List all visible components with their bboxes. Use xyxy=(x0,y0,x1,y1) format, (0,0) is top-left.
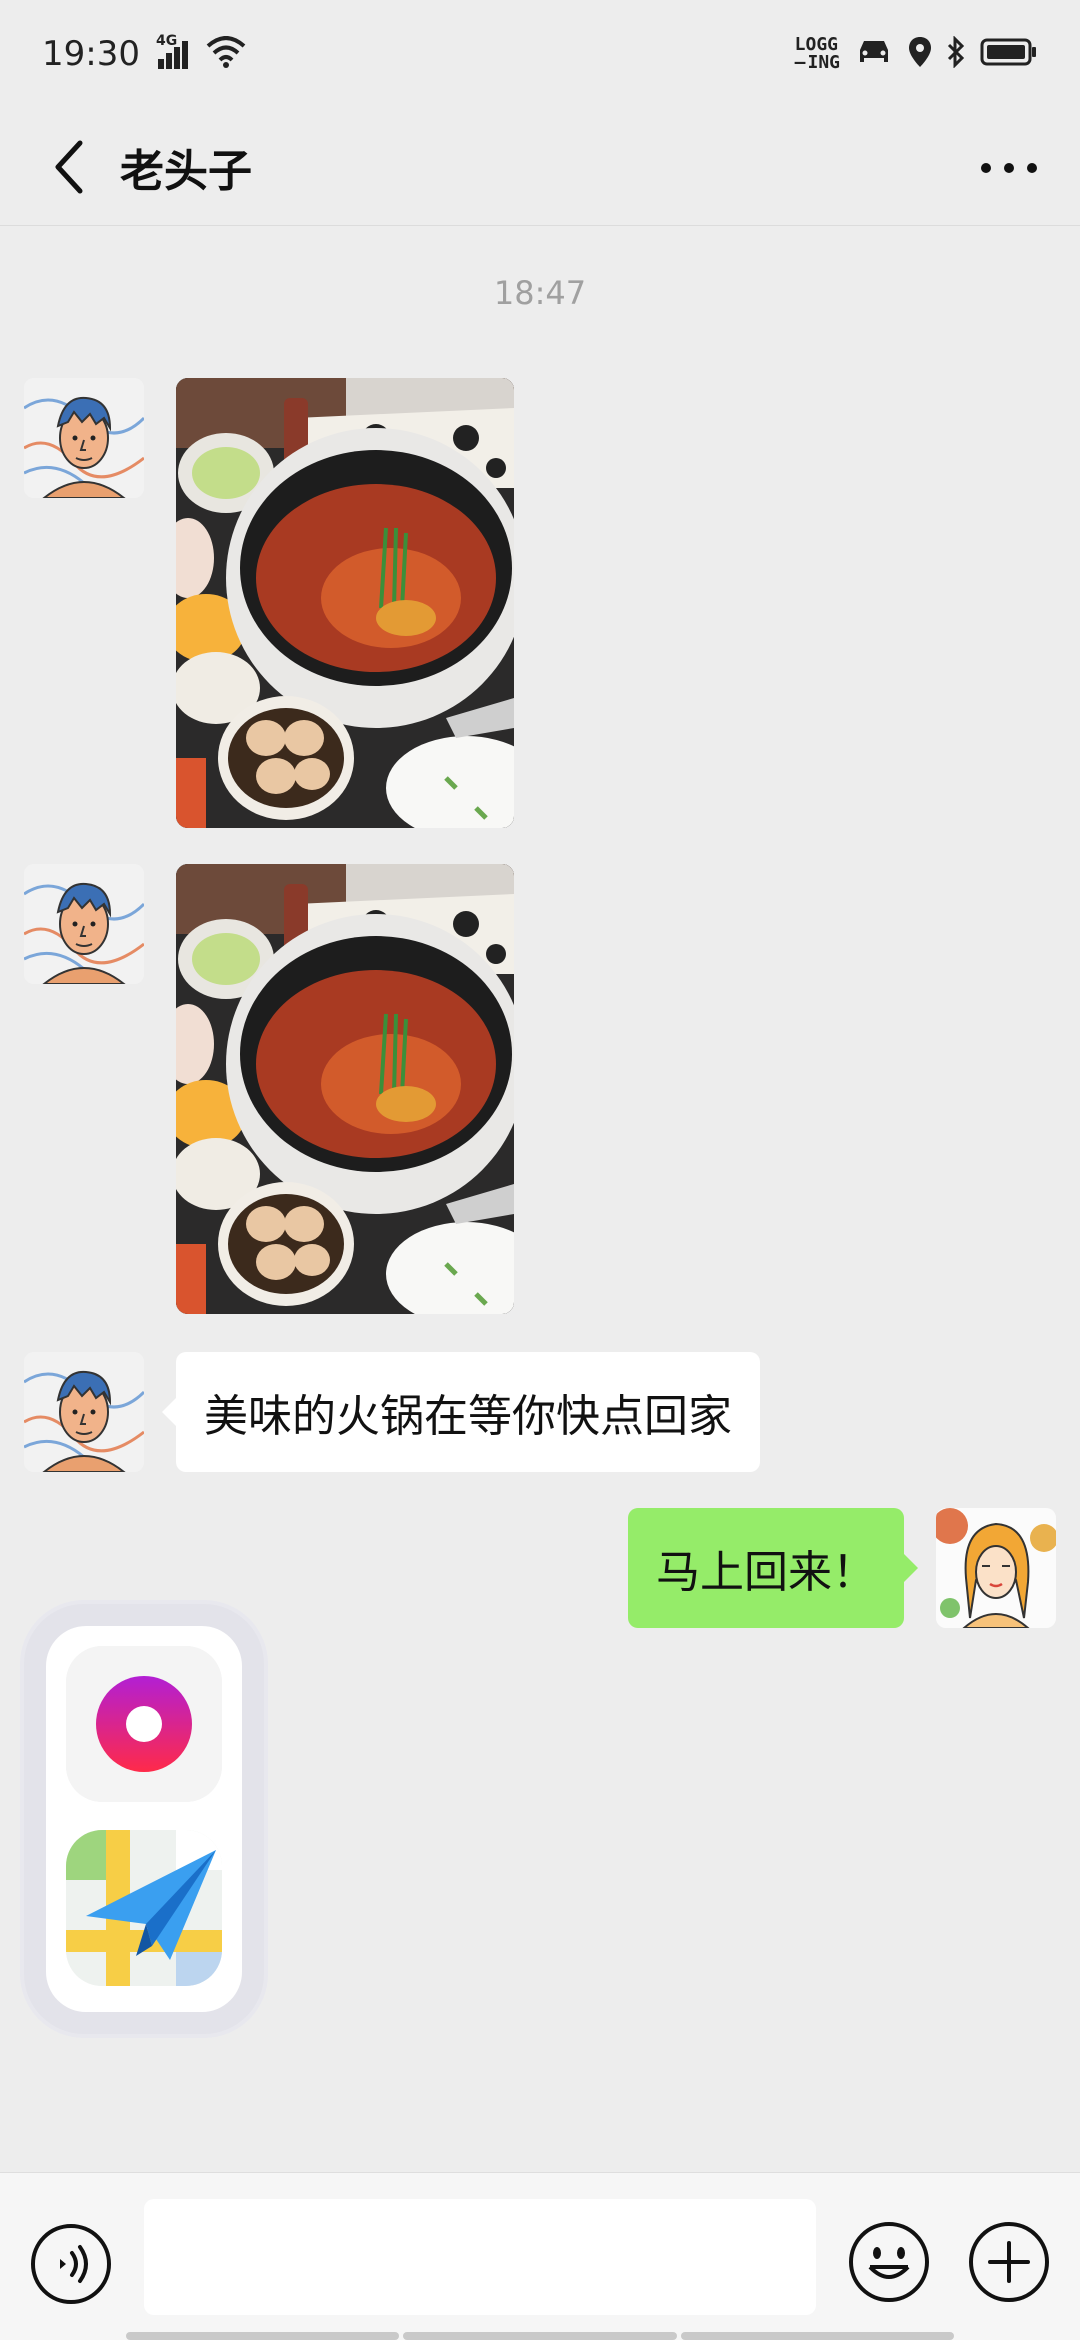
donut-app-icon[interactable] xyxy=(66,1646,222,1802)
location-icon xyxy=(908,36,932,72)
nav-segment xyxy=(680,2332,954,2340)
chevron-left-icon xyxy=(55,140,83,193)
more-dots-icon xyxy=(981,163,1037,173)
floating-app-dock xyxy=(24,1604,264,2034)
voice-icon xyxy=(31,2224,111,2304)
chat-title: 老头子 xyxy=(120,145,252,197)
car-icon xyxy=(854,38,894,70)
hotpot-photo[interactable] xyxy=(176,378,514,828)
signal-icon: 4G xyxy=(156,33,190,69)
voice-input-button[interactable] xyxy=(30,2223,112,2305)
battery-icon xyxy=(980,37,1038,71)
chat-header: 老头子 xyxy=(0,108,1080,226)
message-text: 马上回来！ xyxy=(656,1547,876,1598)
wifi-icon xyxy=(206,36,246,72)
contact-avatar[interactable] xyxy=(24,864,144,984)
more-functions-button[interactable] xyxy=(968,2221,1050,2303)
message-input[interactable] xyxy=(144,2199,816,2315)
status-left: 19:30 4G xyxy=(42,33,246,74)
hotpot-photo[interactable] xyxy=(176,864,514,1314)
emoji-button[interactable] xyxy=(848,2221,930,2303)
message-bubble-received[interactable]: 美味的火锅在等你快点回家 xyxy=(162,1352,760,1472)
more-button[interactable] xyxy=(974,138,1044,198)
paper-plane-map-icon[interactable] xyxy=(66,1830,222,1986)
my-avatar[interactable] xyxy=(936,1508,1056,1628)
status-time: 19:30 xyxy=(42,34,140,74)
input-bar xyxy=(0,2172,1080,2340)
logging-line2: – ING xyxy=(794,52,840,73)
navigation-bar xyxy=(126,2332,954,2340)
nav-segment xyxy=(126,2332,400,2340)
app-dock-panel xyxy=(46,1626,242,2012)
nav-segment xyxy=(403,2332,677,2340)
message-text: 美味的火锅在等你快点回家 xyxy=(204,1391,732,1442)
network-label: 4G xyxy=(155,33,178,49)
message-bubble-sent[interactable]: 马上回来！ xyxy=(628,1508,918,1628)
message-timestamp: 18:47 xyxy=(493,274,587,312)
status-right: LOGG – ING xyxy=(795,35,1038,72)
logging-indicator: LOGG – ING xyxy=(795,36,840,72)
back-button[interactable] xyxy=(40,137,100,197)
plus-icon xyxy=(969,2222,1049,2302)
contact-avatar[interactable] xyxy=(24,1352,144,1472)
status-bar: 19:30 4G LOGG – ING xyxy=(0,0,1080,108)
contact-avatar[interactable] xyxy=(24,378,144,498)
logging-line2-text: ING xyxy=(807,52,840,73)
emoji-icon xyxy=(849,2222,929,2302)
bluetooth-icon xyxy=(946,35,966,72)
